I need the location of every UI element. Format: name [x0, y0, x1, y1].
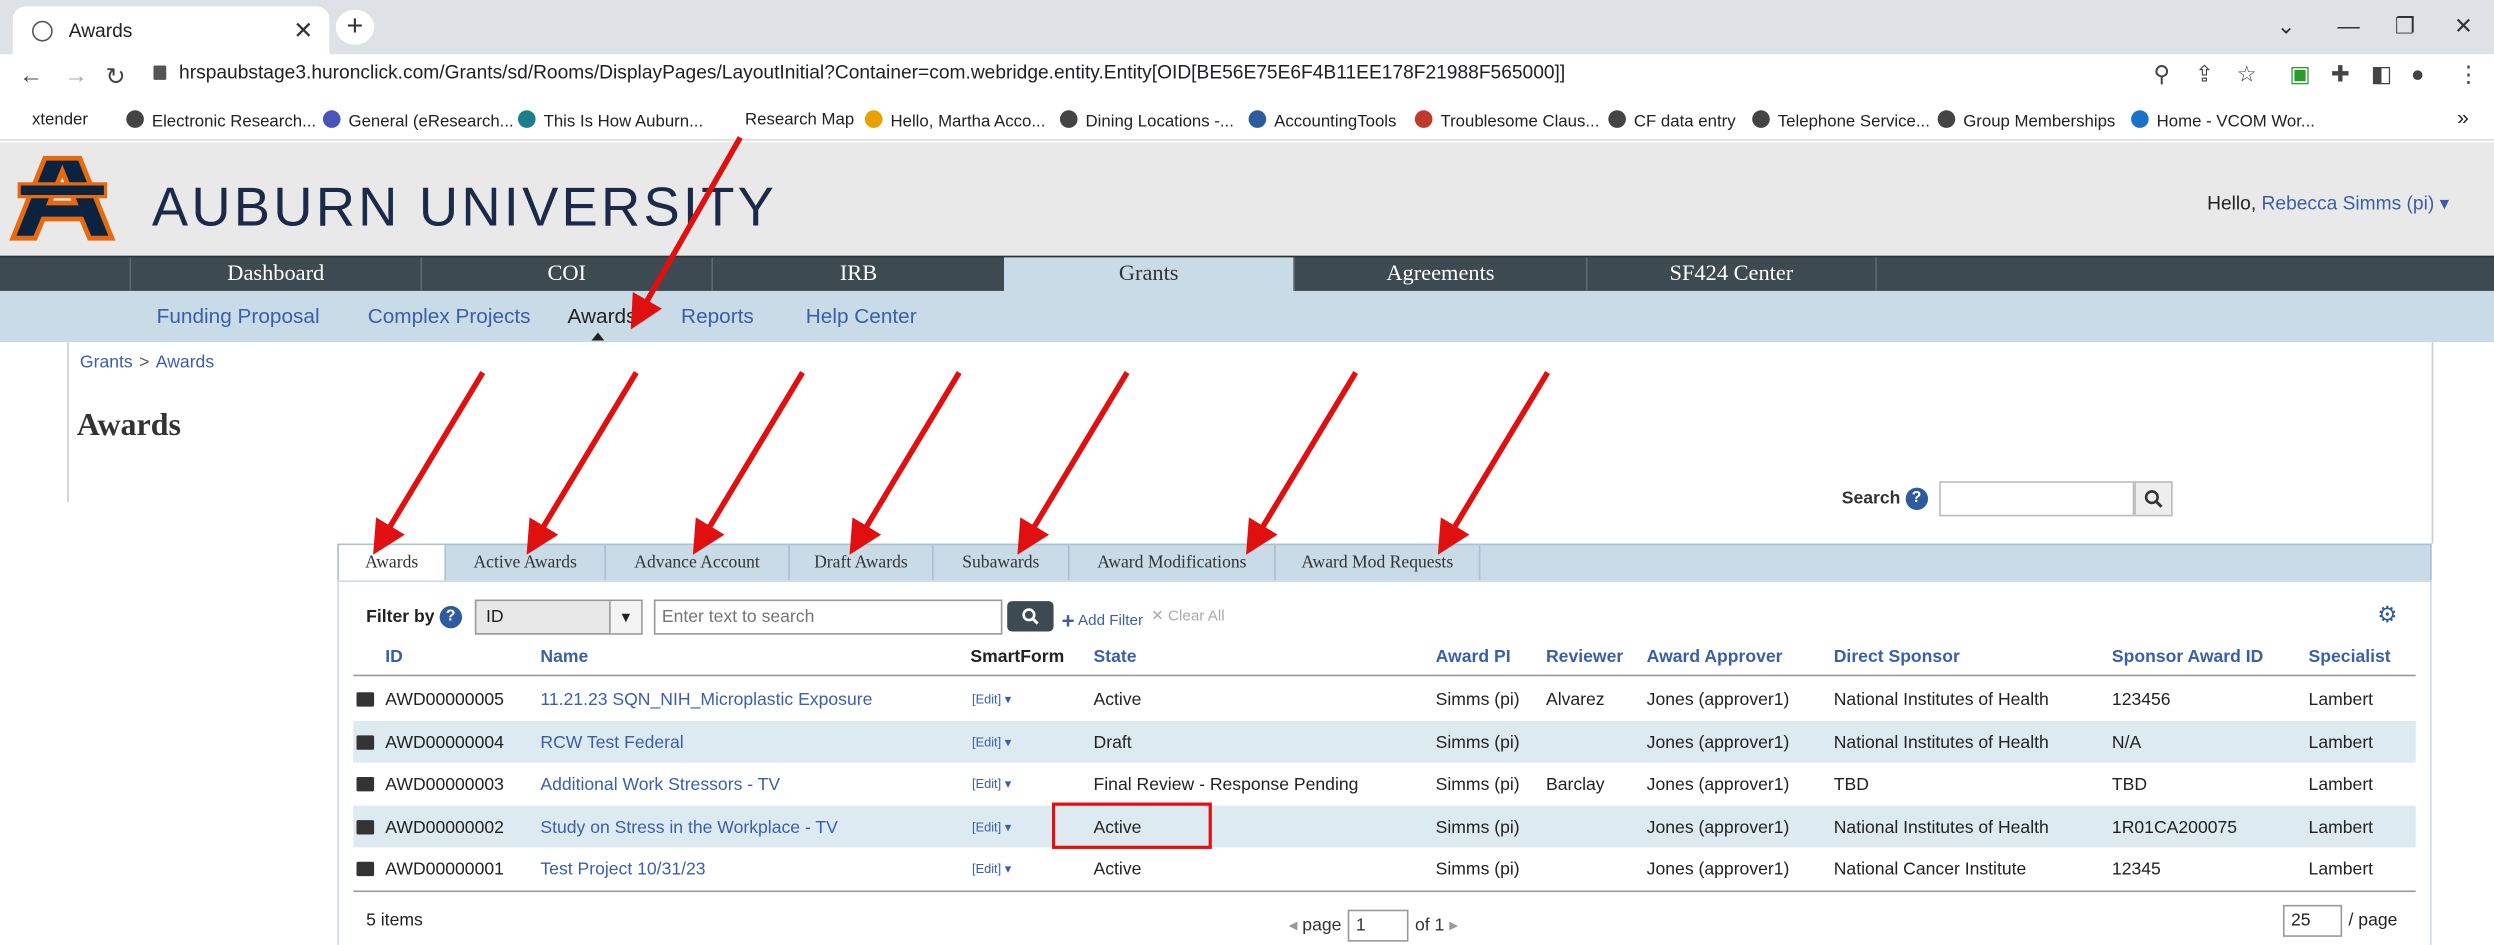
annotation-arrow: [1246, 371, 1359, 555]
annotation-arrow: [692, 371, 805, 555]
annotation-arrow: [1017, 371, 1130, 555]
annotation-arrow: [373, 371, 486, 555]
annotation-highlight-box: [1051, 802, 1212, 849]
annotation-arrow: [630, 136, 743, 330]
annotation-arrow: [849, 371, 962, 555]
annotation-arrow: [1437, 371, 1550, 555]
annotation-arrow: [526, 371, 639, 555]
annotation-overlay: [373, 136, 1550, 849]
